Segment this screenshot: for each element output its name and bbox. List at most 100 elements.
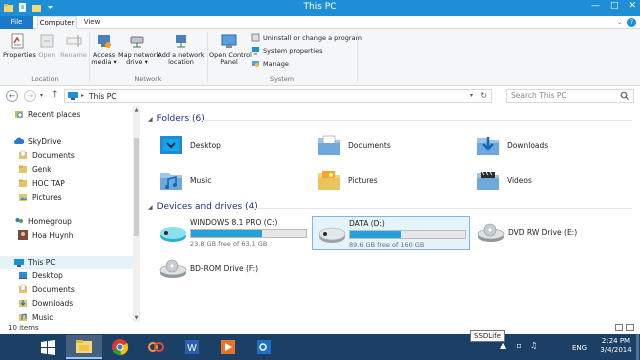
- collapse-icon[interactable]: ◢: [148, 116, 153, 123]
- tab-computer[interactable]: Computer: [37, 16, 77, 29]
- clock-date: 3/4/2014: [600, 346, 632, 354]
- rename-button[interactable]: Rename: [60, 32, 87, 59]
- back-button[interactable]: ←: [6, 90, 18, 102]
- nav-item-skydrive[interactable]: SkyDrive: [14, 136, 61, 146]
- search-input[interactable]: Search This PC: [506, 89, 634, 103]
- rings-icon: [148, 342, 164, 352]
- collapse-icon[interactable]: ◢: [148, 204, 153, 211]
- folder-downloads[interactable]: Downloads: [475, 133, 548, 157]
- hard-drive-icon: [160, 227, 186, 242]
- nav-item-this-pc[interactable]: This PC: [0, 256, 133, 269]
- map-network-drive-button[interactable]: Map network drive ▾: [118, 32, 160, 66]
- taskbar-outlook[interactable]: [246, 335, 282, 359]
- nav-item-downloads[interactable]: Downloads: [18, 298, 73, 308]
- tab-file[interactable]: File: [0, 16, 33, 29]
- recent-places-icon: [15, 111, 23, 118]
- properties-icon: [11, 33, 24, 49]
- manage-icon: [252, 61, 259, 67]
- windows-logo-icon: [41, 340, 55, 355]
- drive-f[interactable]: BD-ROM Drive (F:): [154, 252, 312, 286]
- taskbar-chrome[interactable]: [102, 335, 138, 359]
- documents-icon: [19, 150, 27, 159]
- folder-desktop[interactable]: Desktop: [158, 133, 221, 157]
- start-button[interactable]: [30, 335, 66, 359]
- folder-videos[interactable]: Videos: [475, 168, 532, 192]
- folder-pictures[interactable]: Pictures: [316, 168, 378, 192]
- recent-locations-dropdown-icon[interactable]: ▾: [40, 92, 43, 99]
- drive-e[interactable]: DVD RW Drive (E:): [472, 216, 630, 250]
- nav-item-documents-2[interactable]: Documents: [18, 284, 75, 294]
- nav-item-music[interactable]: Music: [18, 312, 53, 322]
- nav-item-genk[interactable]: Genk: [18, 164, 52, 174]
- up-button[interactable]: ↑: [51, 90, 59, 100]
- nav-item-hoa-huynh[interactable]: Hoa Huynh: [18, 230, 74, 240]
- drive-c[interactable]: WINDOWS 8.1 PRO (C:) 23.8 GB free of 63.…: [154, 216, 312, 250]
- homegroup-icon: [15, 218, 23, 223]
- clock[interactable]: 2:24 PM 3/4/2014: [596, 337, 636, 360]
- content-pane: ◢ Folders (6) Desktop Documents Download…: [140, 106, 640, 322]
- large-icons-view-icon[interactable]: [626, 324, 634, 331]
- close-button[interactable]: ✕: [628, 1, 636, 11]
- tab-view[interactable]: View: [79, 16, 105, 29]
- taskbar-media-player[interactable]: [210, 335, 246, 359]
- desktop-folder-icon: [160, 136, 182, 154]
- open-control-panel-button[interactable]: Open Control Panel: [209, 32, 252, 66]
- navigation-pane-scrollbar[interactable]: ▲ ▼: [133, 106, 140, 322]
- ribbon-expand-icon[interactable]: ⌄: [617, 19, 622, 26]
- taskbar-app-rings[interactable]: [138, 335, 174, 359]
- refresh-icon[interactable]: ↻: [480, 91, 487, 100]
- folders-group-header[interactable]: ◢ Folders (6): [148, 114, 205, 124]
- system-properties-button[interactable]: System properties: [251, 46, 322, 55]
- scroll-up-icon[interactable]: ▲: [133, 107, 140, 113]
- folder-documents[interactable]: Documents: [316, 133, 391, 157]
- drive-d[interactable]: DATA (D:) 89.6 GB free of 160 GB: [312, 216, 470, 250]
- manage-button[interactable]: Manage: [251, 59, 289, 68]
- scrollbar-thumb[interactable]: [134, 138, 139, 236]
- help-icon[interactable]: ?: [627, 18, 636, 27]
- breadcrumb-separator-icon[interactable]: ▸: [81, 92, 84, 99]
- drive-d-free-space: 89.6 GB free of 160 GB: [349, 241, 425, 249]
- access-media-button[interactable]: Access media ▾: [91, 32, 117, 66]
- tray-icons: ▲ ▫ ♫: [500, 341, 537, 360]
- devices-group-header[interactable]: ◢ Devices and drives (4): [148, 202, 258, 212]
- maximize-button[interactable]: □: [610, 1, 619, 11]
- navigation-pane: Recent places SkyDrive Documents Genk HO…: [0, 106, 140, 322]
- ribbon: Properties Open Rename Location Access m…: [0, 29, 640, 86]
- show-hidden-icons-icon[interactable]: ▲: [500, 341, 506, 350]
- nav-item-homegroup[interactable]: Homegroup: [14, 216, 72, 226]
- details-view-icon[interactable]: [615, 324, 623, 331]
- drive-c-usage-bar: [190, 229, 307, 238]
- taskbar-word[interactable]: W: [174, 335, 210, 359]
- nav-item-documents[interactable]: Documents: [18, 150, 75, 160]
- control-panel-icon: [221, 34, 237, 48]
- nav-item-hoc-tap[interactable]: HOC TAP: [18, 178, 65, 188]
- bd-rom-drive-icon: [159, 259, 187, 278]
- volume-icon[interactable]: ♫: [530, 341, 537, 350]
- nav-item-desktop[interactable]: Desktop: [18, 270, 63, 280]
- address-bar[interactable]: ▸ This PC ▾ ↻: [64, 89, 492, 103]
- add-network-location-icon: [176, 35, 186, 48]
- pictures-icon: [19, 194, 27, 201]
- drive-d-label: DATA (D:): [349, 219, 385, 228]
- svg-text:W: W: [187, 343, 197, 354]
- taskbar-file-explorer[interactable]: [66, 335, 102, 359]
- nav-item-pictures[interactable]: Pictures: [18, 192, 62, 202]
- nav-item-recent-places[interactable]: Recent places: [14, 109, 80, 119]
- forward-button[interactable]: →: [24, 90, 36, 102]
- folder-music[interactable]: Music: [158, 168, 211, 192]
- network-icon[interactable]: ▫: [516, 341, 521, 350]
- properties-button[interactable]: Properties: [3, 32, 36, 59]
- scroll-down-icon[interactable]: ▼: [133, 315, 140, 321]
- show-desktop-button[interactable]: [636, 334, 639, 360]
- language-indicator[interactable]: ENG: [572, 344, 587, 360]
- open-button[interactable]: Open: [36, 32, 58, 59]
- uninstall-program-button[interactable]: Uninstall or change a program: [251, 33, 362, 42]
- cloud-icon: [14, 137, 24, 144]
- minimize-button[interactable]: —: [591, 1, 600, 11]
- breadcrumb-this-pc[interactable]: This PC: [89, 92, 116, 101]
- folder-icon: [19, 179, 27, 187]
- search-icon: [620, 91, 629, 100]
- address-dropdown-icon[interactable]: ▾: [470, 92, 473, 99]
- add-network-location-button[interactable]: Add a network location: [157, 32, 205, 66]
- taskbar: W ▲ ▫ ♫ ENG 2:24 PM 3/4/2014: [0, 334, 640, 360]
